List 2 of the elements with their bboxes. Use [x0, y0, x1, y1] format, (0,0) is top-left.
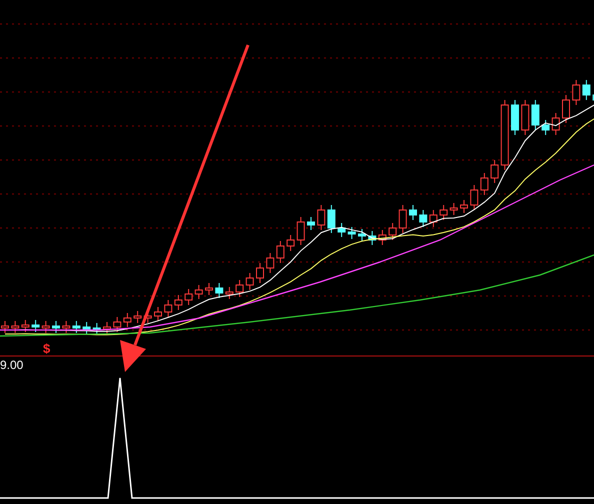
indicator-value-label: 9.00 [0, 358, 24, 372]
signal-mark: $ [43, 342, 50, 356]
